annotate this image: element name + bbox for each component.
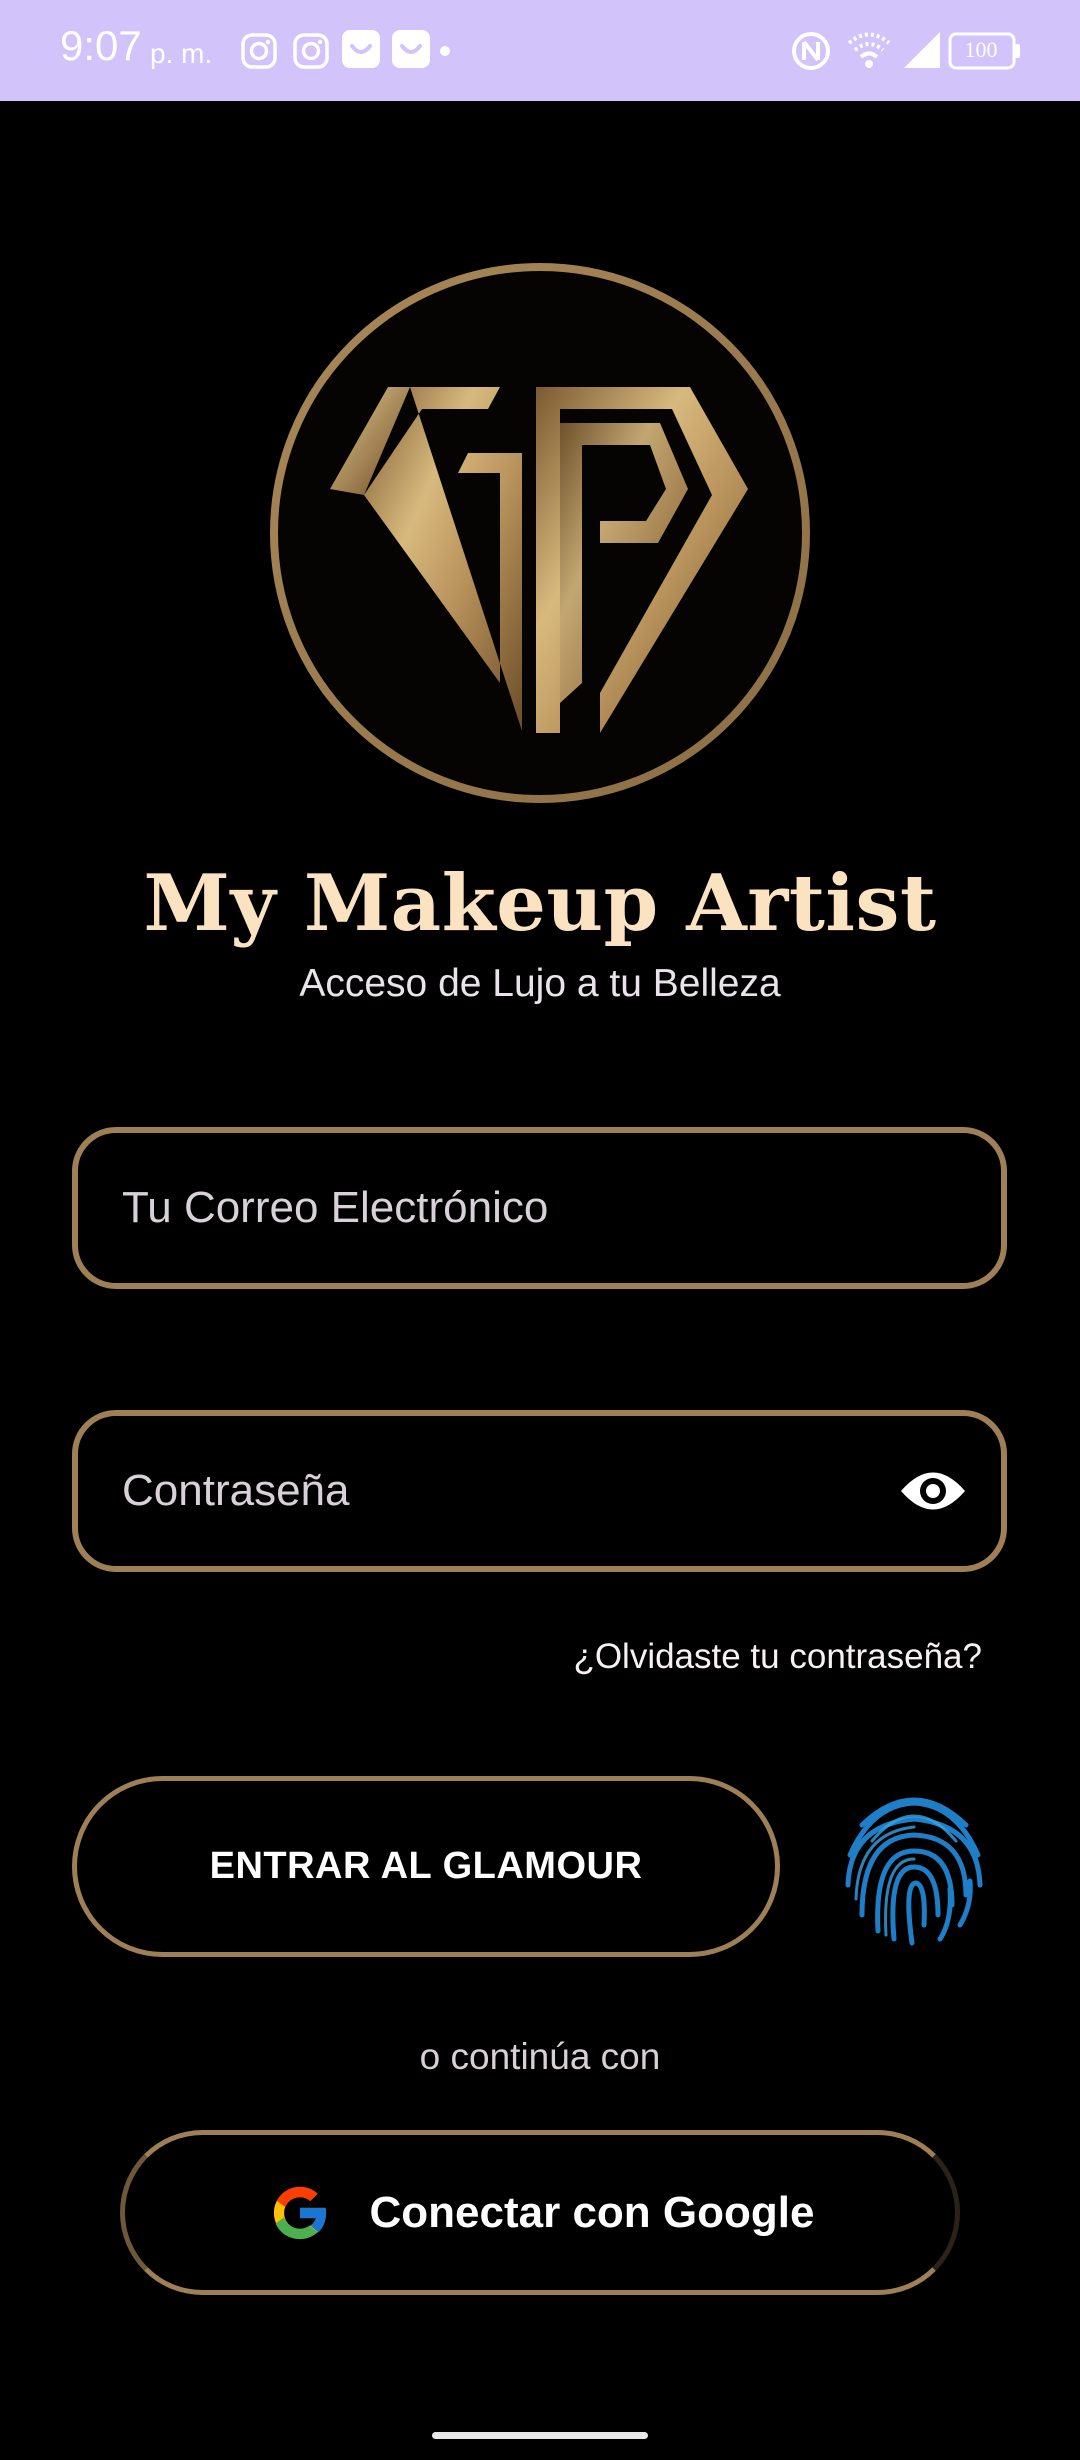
instagram-icon xyxy=(293,33,329,69)
google-icon xyxy=(273,2186,328,2239)
home-indicator[interactable] xyxy=(432,2432,648,2439)
status-time: 9:07 xyxy=(60,22,142,69)
nfc-icon xyxy=(792,32,830,70)
status-bar: 9:07 p. m. 100 xyxy=(0,0,1080,101)
divider-text: o continúa con xyxy=(419,2036,661,2077)
password-field[interactable] xyxy=(72,1410,1007,1572)
google-signin-button[interactable]: Conectar con Google xyxy=(120,2130,960,2295)
shopping-bag-icon xyxy=(392,30,430,68)
instagram-icon xyxy=(241,33,277,69)
status-ampm: p. m. xyxy=(150,38,213,69)
shopping-bag-icon xyxy=(342,30,380,68)
fingerprint-button[interactable] xyxy=(832,1785,996,1949)
signal-icon xyxy=(904,32,940,68)
google-button-label: Conectar con Google xyxy=(369,2187,815,2237)
show-password-toggle[interactable] xyxy=(898,1456,968,1526)
email-field[interactable] xyxy=(72,1127,1007,1289)
app-subtitle: Acceso de Lujo a tu Belleza xyxy=(299,962,781,1005)
eye-icon xyxy=(901,1472,965,1510)
notification-dot xyxy=(440,46,450,56)
wifi-icon xyxy=(847,32,891,68)
email-input[interactable] xyxy=(120,1133,920,1283)
app-title: My Makeup Artist xyxy=(143,858,937,949)
app-logo xyxy=(270,263,810,803)
login-button[interactable]: ENTRAR AL GLAMOUR xyxy=(72,1776,780,1957)
battery-level: 100 xyxy=(964,37,998,62)
password-input[interactable] xyxy=(120,1416,920,1566)
fingerprint-icon xyxy=(845,1797,983,1946)
forgot-password-link[interactable]: ¿Olvidaste tu contraseña? xyxy=(573,1637,982,1677)
